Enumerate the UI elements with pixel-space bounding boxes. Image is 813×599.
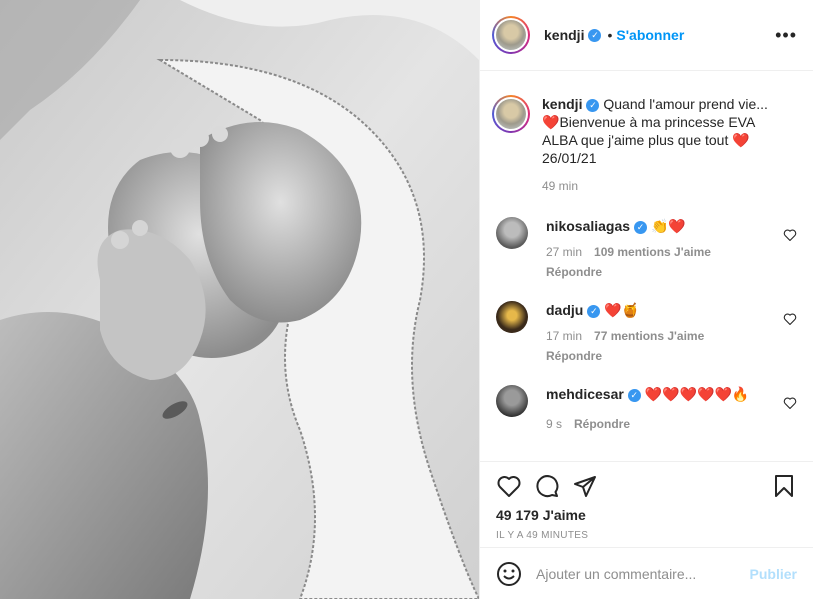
caption-line3: 26/01/21 xyxy=(542,150,597,166)
comment-time[interactable]: 9 s xyxy=(546,417,562,431)
caption-time: 49 min xyxy=(542,179,579,193)
reply-button[interactable]: Répondre xyxy=(546,347,797,365)
publish-button[interactable]: Publier xyxy=(750,566,797,582)
reply-button[interactable]: Répondre xyxy=(546,263,797,281)
verified-badge-icon: ✓ xyxy=(588,28,602,42)
verified-badge-icon: ✓ xyxy=(627,388,641,402)
comment-username[interactable]: dadju xyxy=(546,302,583,318)
comment-time[interactable]: 27 min xyxy=(546,245,582,259)
likes-count[interactable]: 49 179 J'aime xyxy=(496,507,797,523)
comments-section: kendji ✓ Quand l'amour prend vie... ❤️Bie… xyxy=(480,71,813,461)
follow-button[interactable]: S'abonner xyxy=(616,27,684,43)
comment-input[interactable] xyxy=(534,564,750,583)
caption-text: kendji ✓ Quand l'amour prend vie... ❤️Bie… xyxy=(542,95,772,195)
bookmark-icon[interactable] xyxy=(771,473,797,499)
heart-icon[interactable] xyxy=(783,313,797,325)
heart-icon[interactable] xyxy=(783,229,797,241)
heart-emoji-icon: ❤️ xyxy=(542,114,560,130)
profile-avatar-ring[interactable] xyxy=(492,16,530,54)
comment-item: mehdicesar ✓ ❤️❤️❤️❤️❤️🔥 9 s Répondre xyxy=(496,385,797,433)
header-username[interactable]: kendji xyxy=(544,27,584,43)
verified-badge-icon: ✓ xyxy=(634,220,648,234)
caption-avatar-ring[interactable] xyxy=(492,95,530,133)
like-icon[interactable] xyxy=(496,473,522,499)
post-header: kendji ✓ • S'abonner ••• xyxy=(480,0,813,71)
avatar xyxy=(496,99,526,129)
post-timestamp: IL Y A 49 MINUTES xyxy=(496,530,589,541)
share-icon[interactable] xyxy=(572,473,598,499)
comment-time[interactable]: 17 min xyxy=(546,329,582,343)
more-options-icon[interactable]: ••• xyxy=(775,25,797,46)
caption: kendji ✓ Quand l'amour prend vie... ❤️Bie… xyxy=(492,95,797,195)
reply-button[interactable]: Répondre xyxy=(574,417,630,431)
comment-username[interactable]: mehdicesar xyxy=(546,386,624,402)
caption-username[interactable]: kendji xyxy=(542,96,582,112)
avatar[interactable] xyxy=(496,385,528,417)
comment-text: ❤️🍯 xyxy=(604,302,640,318)
verified-badge-icon: ✓ xyxy=(587,304,601,318)
comment-icon[interactable] xyxy=(534,473,560,499)
comment-item: dadju ✓ ❤️🍯 17 min 77 mentions J'aime Répo… xyxy=(496,301,797,365)
comment-username[interactable]: nikosaliagas xyxy=(546,218,630,234)
avatar[interactable] xyxy=(496,217,528,249)
verified-badge-icon: ✓ xyxy=(586,98,600,112)
heart-emoji-icon: ❤️ xyxy=(732,132,750,148)
comment-text: ❤️❤️❤️❤️❤️🔥 xyxy=(644,386,750,402)
emoji-icon[interactable] xyxy=(496,561,522,587)
caption-line2: Bienvenue à ma princesse EVA ALBA que j'… xyxy=(542,114,755,148)
post-photo[interactable] xyxy=(0,0,479,599)
comment-item: nikosaliagas ✓ 👏❤️ 27 min 109 mentions J'a… xyxy=(496,217,797,281)
baby-feet-image xyxy=(0,0,479,599)
comment-composer: Publier xyxy=(480,547,813,599)
caption-line1: Quand l'amour prend vie... xyxy=(603,96,768,112)
comment-likes[interactable]: 77 mentions J'aime xyxy=(594,329,704,343)
comment-text: 👏❤️ xyxy=(650,218,686,234)
avatar xyxy=(496,20,526,50)
separator-dot: • xyxy=(607,27,613,43)
comment-likes[interactable]: 109 mentions J'aime xyxy=(594,245,711,259)
post-panel: kendji ✓ • S'abonner ••• kendji ✓ Quand l… xyxy=(479,0,813,599)
heart-icon[interactable] xyxy=(783,397,797,409)
avatar[interactable] xyxy=(496,301,528,333)
